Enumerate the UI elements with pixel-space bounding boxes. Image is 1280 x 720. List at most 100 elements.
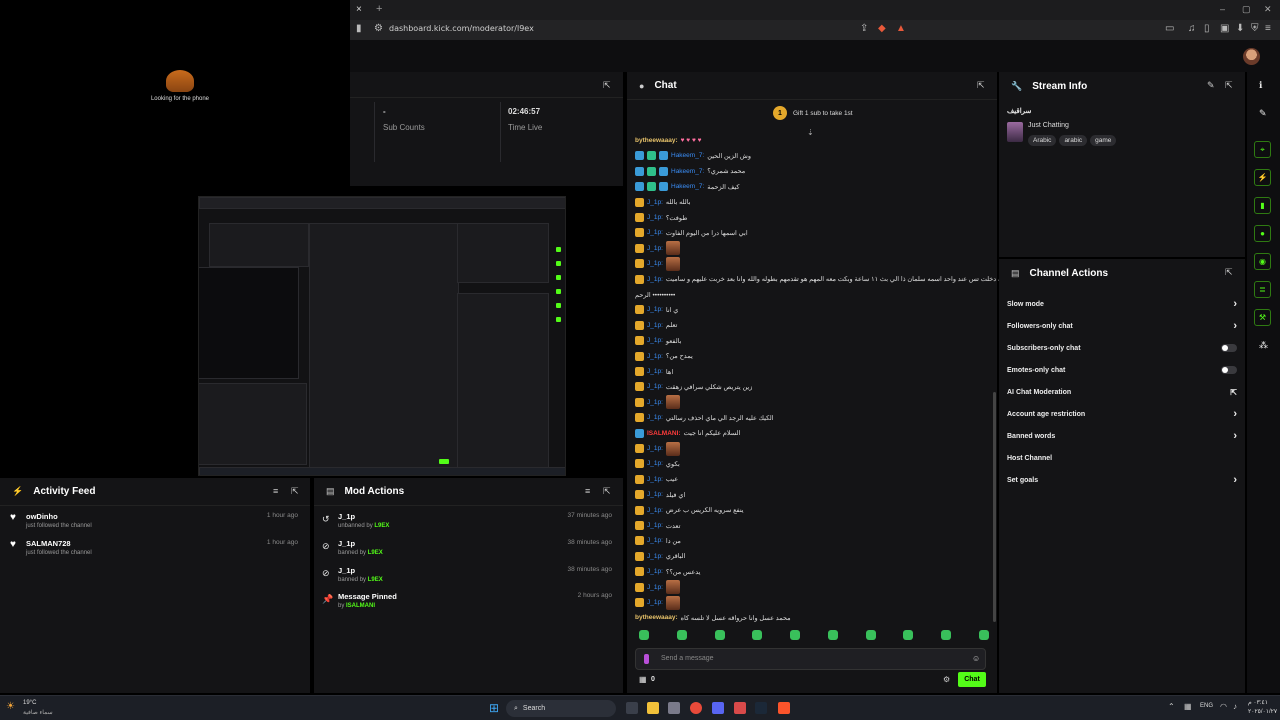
volume-icon[interactable]: ♪ <box>1233 702 1237 711</box>
tag[interactable]: game <box>1090 135 1117 146</box>
channel-action-emotes-only-chat[interactable]: Emotes-only chat <box>1007 363 1237 377</box>
weather-temp[interactable]: 19°C <box>23 700 36 706</box>
chat-username[interactable]: J_1p: <box>647 507 663 514</box>
windows-start-icon[interactable]: ⊞ <box>489 701 499 715</box>
popout-icon[interactable]: ⇱ <box>603 486 611 497</box>
toggle-switch[interactable] <box>1221 366 1237 374</box>
chat-username[interactable]: bytheewaaay: <box>635 137 678 144</box>
maximize-window-icon[interactable]: ▢ <box>1242 4 1251 15</box>
tag[interactable]: arabic <box>1059 135 1088 146</box>
chat-username[interactable]: Hakeem_7: <box>671 168 704 175</box>
chat-username[interactable]: J_1p: <box>647 414 663 421</box>
quick-emote-button[interactable] <box>903 630 914 640</box>
share-icon[interactable]: ⇪ <box>860 23 868 34</box>
gift-icon[interactable] <box>644 654 649 664</box>
file-explorer-icon[interactable] <box>647 702 659 714</box>
filter-icon[interactable]: ≡ <box>585 486 590 496</box>
add-widget-icon[interactable]: ⁂ <box>1259 340 1268 351</box>
brave-rewards-icon[interactable]: ▲ <box>896 23 906 34</box>
category-name[interactable]: Just Chatting <box>1028 122 1069 129</box>
avatar[interactable] <box>1243 48 1260 65</box>
quick-emote-button[interactable] <box>714 630 725 640</box>
url-field[interactable]: dashboard.kick.com/moderator/l9ex <box>389 24 534 33</box>
quick-emote-button[interactable] <box>790 630 801 640</box>
popout-icon[interactable]: ⇱ <box>1225 267 1233 278</box>
filter-icon[interactable]: ≡ <box>273 486 278 496</box>
quick-emote-button[interactable] <box>676 630 687 640</box>
popout-icon[interactable]: ⇱ <box>977 80 985 91</box>
external-link-icon[interactable]: ⇱ <box>1230 388 1237 397</box>
quick-emote-button[interactable] <box>978 630 989 640</box>
menu-icon[interactable]: ≡ <box>1265 23 1271 34</box>
list-icon[interactable]: ≣ <box>1254 281 1271 298</box>
mod-action-moderator[interactable]: L9EX <box>374 523 389 529</box>
brave-shields-icon[interactable]: ◆ <box>878 23 886 34</box>
chat-scrollbar[interactable] <box>993 392 996 622</box>
chat-username[interactable]: Hakeem_7: <box>671 183 704 190</box>
chat-username[interactable]: ISALMANI: <box>647 430 681 437</box>
channel-action-account-age-restriction[interactable]: Account age restriction › <box>1007 407 1237 421</box>
chevron-right-icon[interactable]: › <box>1233 430 1237 442</box>
channel-action-banned-words[interactable]: Banned words › <box>1007 429 1237 443</box>
extensions-icon[interactable]: ▣ <box>1220 23 1229 34</box>
gear-icon[interactable]: ⚙ <box>943 675 950 684</box>
chevron-right-icon[interactable]: › <box>1233 474 1237 486</box>
chevron-right-icon[interactable]: › <box>1233 320 1237 332</box>
emoji-icon[interactable]: ☺ <box>972 654 980 663</box>
chat-username[interactable]: J_1p: <box>647 383 663 390</box>
toggle-switch[interactable] <box>1221 344 1237 352</box>
quick-emote-button[interactable] <box>941 630 952 640</box>
gift-sub-banner[interactable]: 1 Gift 1 sub to take 1st <box>773 106 853 120</box>
clock-time[interactable]: ٠٣:٤١ م <box>1248 699 1268 706</box>
chat-username[interactable]: J_1p: <box>647 260 663 267</box>
chat-username[interactable]: Hakeem_7: <box>671 152 704 159</box>
chat-username[interactable]: J_1p: <box>647 568 663 575</box>
chat-input[interactable]: Send a message ☺ <box>635 648 986 670</box>
taskbar-search[interactable]: ⌕ Search <box>506 700 616 717</box>
media-icon[interactable]: ♫ <box>1188 23 1196 34</box>
chat-username[interactable]: J_1p: <box>647 599 663 606</box>
channel-action-slow-mode[interactable]: Slow mode › <box>1007 297 1237 311</box>
channel-action-followers-only-chat[interactable]: Followers-only chat › <box>1007 319 1237 333</box>
discord-icon[interactable] <box>712 702 724 714</box>
chevron-right-icon[interactable]: › <box>1233 408 1237 420</box>
channel-action-ai-chat-moderation[interactable]: AI Chat Moderation ⇱ <box>1007 385 1237 399</box>
quick-emote-button[interactable] <box>865 630 876 640</box>
bookmark-icon[interactable]: ▮ <box>356 23 362 34</box>
close-tab-icon[interactable]: × <box>356 4 362 15</box>
document-icon[interactable]: ▮ <box>1254 197 1271 214</box>
clock-date[interactable]: ٢٠٢٥/٠١/٢٧ <box>1248 708 1277 715</box>
downloads-icon[interactable]: ⬇ <box>1236 23 1244 34</box>
chat-username[interactable]: J_1p: <box>647 337 663 344</box>
popout-icon[interactable]: ⇱ <box>603 80 611 91</box>
activity-item-name[interactable]: owDinho <box>26 512 308 521</box>
info-icon[interactable]: ℹ <box>1259 80 1262 91</box>
wifi-icon[interactable]: ◠ <box>1220 702 1227 711</box>
chat-username[interactable]: J_1p: <box>647 368 663 375</box>
chrome-icon[interactable] <box>690 702 702 714</box>
broadcast-icon[interactable]: ◉ <box>1254 253 1271 270</box>
vpn-icon[interactable]: ⛨ <box>1251 23 1259 34</box>
cast-icon[interactable]: ▭ <box>1165 23 1174 34</box>
lightning-icon[interactable]: ⚡ <box>1254 169 1271 186</box>
language-indicator[interactable]: ENG <box>1200 703 1213 709</box>
chat-username[interactable]: J_1p: <box>647 584 663 591</box>
steam-icon[interactable] <box>755 702 767 714</box>
channel-action-host-channel[interactable]: Host Channel <box>1007 451 1237 465</box>
obs-icon[interactable] <box>734 702 746 714</box>
close-window-icon[interactable]: ✕ <box>1264 4 1272 15</box>
chat-username[interactable]: J_1p: <box>647 445 663 452</box>
chat-username[interactable]: J_1p: <box>647 199 663 206</box>
mod-action-moderator[interactable]: L9EX <box>368 550 383 556</box>
users-icon[interactable]: ▦ <box>639 675 647 684</box>
edit-icon[interactable]: ✎ <box>1207 80 1215 91</box>
chat-username[interactable]: J_1p: <box>647 537 663 544</box>
stream-preview-icon[interactable]: ⌖ <box>1254 141 1271 158</box>
chat-username[interactable]: J_1p: <box>647 399 663 406</box>
chat-username[interactable]: J_1p: <box>647 353 663 360</box>
chat-username[interactable]: J_1p: <box>647 491 663 498</box>
brave-icon[interactable] <box>778 702 790 714</box>
quick-emote-button[interactable] <box>827 630 838 640</box>
category-thumbnail[interactable] <box>1007 122 1023 142</box>
minimize-window-icon[interactable]: – <box>1220 4 1225 14</box>
